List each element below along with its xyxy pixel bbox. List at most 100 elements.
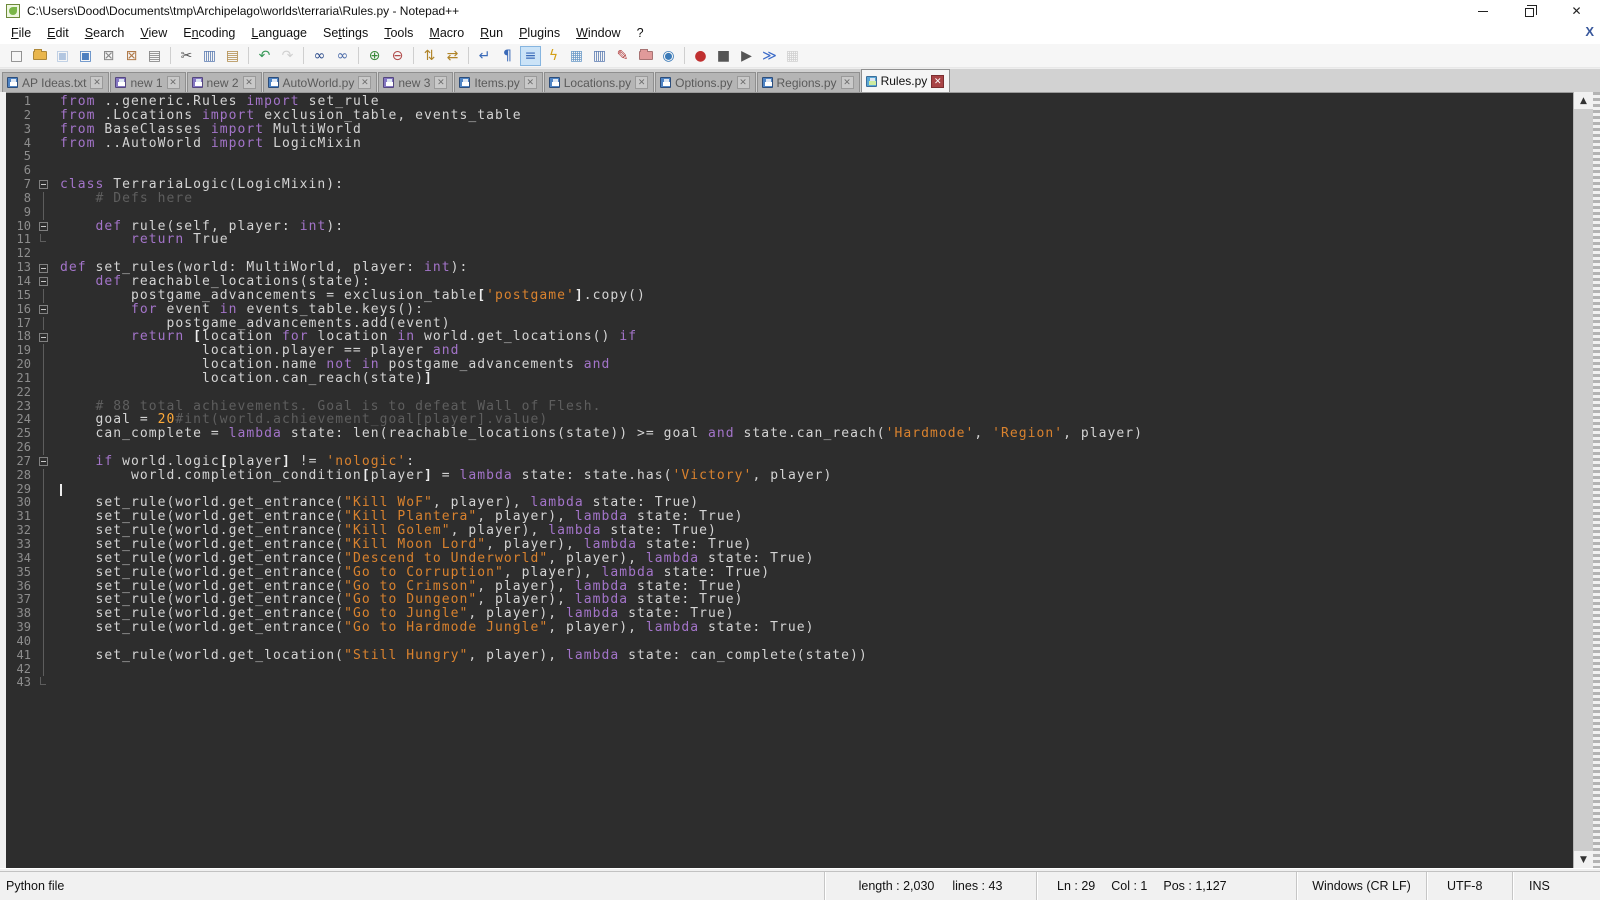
macro-run-multiple-button[interactable]: ≫ bbox=[759, 46, 780, 66]
macro-play-button[interactable]: ▶ bbox=[736, 46, 757, 66]
menu-help[interactable]: ? bbox=[629, 23, 652, 43]
close-doc-button[interactable]: ⊠ bbox=[98, 46, 119, 66]
fold-collapse-icon[interactable] bbox=[34, 220, 52, 234]
tab-locations-py[interactable]: Locations.py✕ bbox=[544, 72, 654, 92]
replace-button[interactable]: ∞ bbox=[332, 46, 353, 66]
fold-collapse-icon[interactable] bbox=[34, 330, 52, 344]
menu-encoding[interactable]: Encoding bbox=[175, 23, 243, 43]
fold-collapse-icon[interactable] bbox=[34, 261, 52, 275]
tab-rules-py[interactable]: Rules.py✕ bbox=[861, 69, 951, 92]
macro-stop-button[interactable]: ■ bbox=[713, 46, 734, 66]
show-all-chars-button[interactable]: ¶ bbox=[497, 46, 518, 66]
indent-guide-button[interactable]: ≡ bbox=[520, 46, 541, 66]
macro-record-button[interactable]: ● bbox=[690, 46, 711, 66]
scroll-down-arrow[interactable]: ▼ bbox=[1574, 851, 1593, 868]
tab-autoworld-py[interactable]: AutoWorld.py✕ bbox=[263, 72, 378, 92]
tab-close-icon[interactable]: ✕ bbox=[635, 76, 648, 89]
function-list-button[interactable]: ϟ bbox=[543, 46, 564, 66]
scrollbar-track[interactable] bbox=[1574, 109, 1593, 851]
vertical-scrollbar[interactable]: ▲ ▼ bbox=[1573, 92, 1593, 868]
tab-close-icon[interactable]: ✕ bbox=[167, 76, 180, 89]
sync-vertical-button[interactable]: ⇅ bbox=[419, 46, 440, 66]
new-file-button[interactable]: □ bbox=[6, 46, 27, 66]
title-bar[interactable]: C:\Users\Dood\Documents\tmp\Archipelago\… bbox=[0, 0, 1600, 22]
status-eol-format[interactable]: Windows (CR LF) bbox=[1296, 872, 1426, 900]
save-button[interactable]: ▣ bbox=[52, 46, 73, 66]
monitoring-button[interactable]: ◉ bbox=[658, 46, 679, 66]
code-line: 27 if world.logic[player] != 'nologic': bbox=[6, 455, 1573, 469]
word-wrap-button[interactable]: ↵ bbox=[474, 46, 495, 66]
tab-close-icon[interactable]: ✕ bbox=[358, 76, 371, 89]
code-line: 11 return True bbox=[6, 233, 1573, 247]
fold-collapse-icon[interactable] bbox=[34, 275, 52, 289]
code-text: set_rule(world.get_entrance("Go to Jungl… bbox=[52, 607, 735, 621]
menu-edit[interactable]: Edit bbox=[39, 23, 77, 43]
status-encoding[interactable]: UTF-8 bbox=[1426, 872, 1512, 900]
fold-collapse-icon[interactable] bbox=[34, 178, 52, 192]
tab-ap-ideas-txt[interactable]: AP Ideas.txt✕ bbox=[2, 72, 109, 92]
zoom-out-button[interactable]: ⊖ bbox=[387, 46, 408, 66]
redo-button[interactable]: ↷ bbox=[277, 46, 298, 66]
folder-workspace-button[interactable] bbox=[635, 46, 656, 66]
tab-close-icon[interactable]: ✕ bbox=[243, 76, 256, 89]
tab-close-icon[interactable]: ✕ bbox=[841, 76, 854, 89]
fold-margin bbox=[34, 150, 52, 164]
tab-close-icon[interactable]: ✕ bbox=[737, 76, 750, 89]
close-document-x[interactable]: X bbox=[1585, 24, 1594, 39]
menu-tools[interactable]: Tools bbox=[376, 23, 421, 43]
zoom-out-icon: ⊖ bbox=[392, 49, 404, 63]
tab-new-1[interactable]: new 1✕ bbox=[110, 72, 185, 92]
tab-close-icon[interactable]: ✕ bbox=[90, 76, 103, 89]
tab-regions-py[interactable]: Regions.py✕ bbox=[757, 72, 860, 92]
print-button[interactable]: ▤ bbox=[144, 46, 165, 66]
menu-language[interactable]: Language bbox=[243, 23, 315, 43]
document-list-button[interactable]: ▥ bbox=[589, 46, 610, 66]
minimize-button[interactable] bbox=[1459, 0, 1506, 22]
code-line: 39 set_rule(world.get_entrance("Go to Ha… bbox=[6, 621, 1573, 635]
code-text: set_rule(world.get_entrance("Go to Hardm… bbox=[52, 621, 815, 635]
status-insert-mode[interactable]: INS bbox=[1512, 872, 1600, 900]
close-button[interactable]: ✕ bbox=[1553, 0, 1600, 22]
tab-items-py[interactable]: Items.py✕ bbox=[454, 72, 542, 92]
fold-margin bbox=[34, 566, 52, 580]
tab-new-3[interactable]: new 3✕ bbox=[378, 72, 453, 92]
open-folder-button[interactable] bbox=[29, 46, 50, 66]
text-caret bbox=[60, 484, 62, 496]
tab-label: new 2 bbox=[207, 76, 239, 90]
edit-sign-button[interactable]: ✎ bbox=[612, 46, 633, 66]
tab-close-icon[interactable]: ✕ bbox=[434, 76, 447, 89]
menu-macro[interactable]: Macro bbox=[421, 23, 472, 43]
cut-button[interactable]: ✂ bbox=[176, 46, 197, 66]
line-number: 39 bbox=[6, 621, 34, 635]
menu-search[interactable]: Search bbox=[77, 23, 133, 43]
sync-horizontal-button[interactable]: ⇄ bbox=[442, 46, 463, 66]
fold-margin bbox=[34, 109, 52, 123]
tab-close-icon[interactable]: ✕ bbox=[524, 76, 537, 89]
copy-button[interactable]: ▥ bbox=[199, 46, 220, 66]
menu-settings[interactable]: Settings bbox=[315, 23, 376, 43]
code-editor[interactable]: 1from ..generic.Rules import set_rule2fr… bbox=[6, 92, 1573, 868]
paste-button[interactable]: ▤ bbox=[222, 46, 243, 66]
saved-doc-icon bbox=[459, 77, 470, 88]
scroll-up-arrow[interactable]: ▲ bbox=[1574, 92, 1593, 109]
menu-view[interactable]: View bbox=[132, 23, 175, 43]
menu-window[interactable]: Window bbox=[568, 23, 628, 43]
tab-new-2[interactable]: new 2 ✕ bbox=[187, 72, 262, 92]
menu-plugins[interactable]: Plugins bbox=[511, 23, 568, 43]
tab-close-icon[interactable]: ✕ bbox=[931, 75, 944, 88]
zoom-in-button[interactable]: ⊕ bbox=[364, 46, 385, 66]
save-all-button[interactable]: ▣ bbox=[75, 46, 96, 66]
find-button[interactable]: ∞ bbox=[309, 46, 330, 66]
tab-options-py[interactable]: Options.py✕ bbox=[655, 72, 755, 92]
document-map-button[interactable]: ▦ bbox=[566, 46, 587, 66]
close-all-button[interactable]: ⊠ bbox=[121, 46, 142, 66]
undo-button[interactable]: ↶ bbox=[254, 46, 275, 66]
fold-collapse-icon[interactable] bbox=[34, 303, 52, 317]
macro-save-button[interactable]: ▦ bbox=[782, 46, 803, 66]
menu-run[interactable]: Run bbox=[472, 23, 511, 43]
menu-file[interactable]: File bbox=[3, 23, 39, 43]
fold-collapse-icon[interactable] bbox=[34, 455, 52, 469]
code-line: 35 set_rule(world.get_entrance("Go to Co… bbox=[6, 566, 1573, 580]
restore-button[interactable] bbox=[1506, 0, 1553, 22]
copy-icon: ▥ bbox=[203, 49, 216, 63]
